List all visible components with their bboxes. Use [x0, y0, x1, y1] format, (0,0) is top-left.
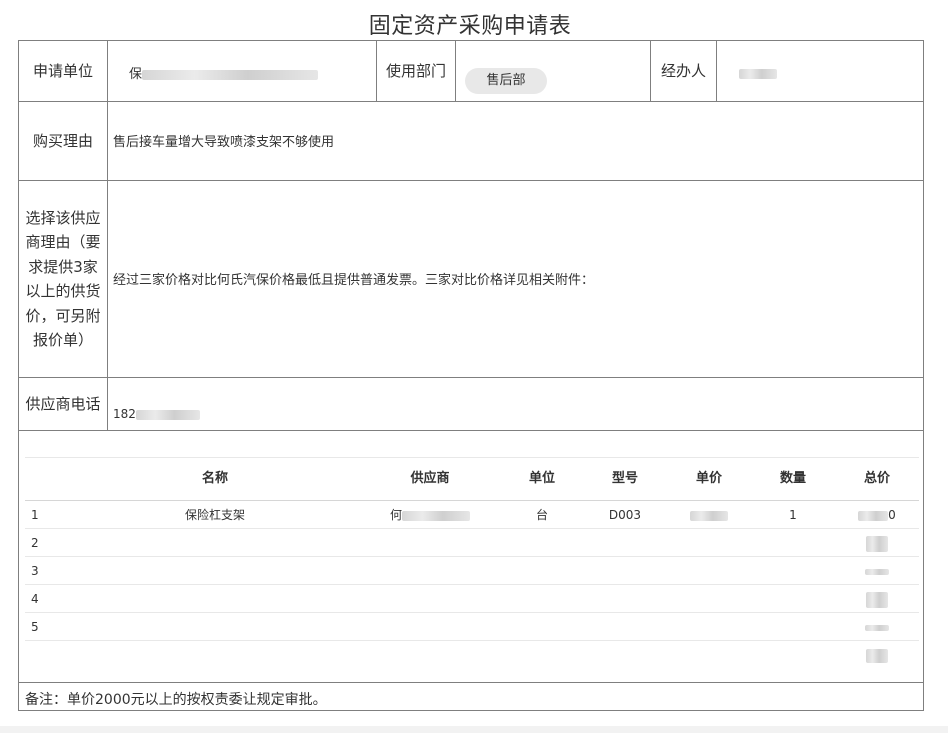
cell-qty[interactable]: 1 — [763, 501, 823, 529]
redacted-text — [866, 591, 888, 608]
supplier-phone-text: 182 — [113, 407, 136, 421]
col-header-total: 总价 — [863, 471, 890, 486]
cell-supplier-text: 何 — [389, 508, 402, 522]
row-index: 1 — [31, 508, 39, 522]
redacted-text — [142, 69, 319, 80]
applicant-unit-text: 保 — [129, 67, 143, 82]
col-header-name: 名称 — [201, 471, 228, 486]
cell-model[interactable]: D003 — [595, 501, 655, 529]
page-bottom-strip — [0, 726, 948, 733]
cell-total[interactable] — [847, 641, 907, 669]
col-divider — [455, 41, 456, 101]
redacted-text — [858, 510, 889, 521]
cell-price[interactable] — [679, 501, 739, 529]
supplier-reason-label: 选择该供应商理由（要求提供3家以上的供货价，可另附报价单） — [25, 208, 101, 350]
col-header-qty: 数量 — [779, 471, 806, 486]
row-divider — [19, 682, 923, 683]
row-divider — [19, 377, 923, 378]
redacted-text — [866, 648, 888, 663]
supplier-reason-value[interactable]: 经过三家价格对比何氏汽保价格最低且提供普通发票。三家对比价格详见相关附件： — [113, 269, 594, 288]
redacted-text — [690, 510, 728, 521]
row-divider — [19, 180, 923, 181]
row-index: 5 — [31, 620, 39, 634]
table-row[interactable]: 2 — [25, 528, 919, 557]
table-row[interactable]: 3 — [25, 556, 919, 585]
cell-total[interactable] — [847, 585, 907, 613]
page-title: 固定资产采购申请表 — [368, 14, 572, 39]
col-divider — [107, 41, 108, 430]
purchase-form: 申请单位 保 使用部门 售后部 经办人 购买理由 售后接车量增大导致喷漆支架不够… — [18, 40, 924, 711]
remark-note: 备注：单价2000元以上的按权责委让规定审批。 — [25, 692, 327, 708]
supplier-phone-value[interactable]: 182 — [113, 407, 200, 421]
col-header-unit: 单位 — [528, 471, 555, 486]
cell-total-text: 0 — [888, 508, 896, 522]
row-divider — [19, 101, 923, 102]
department-select[interactable]: 售后部 — [465, 68, 547, 94]
table-row[interactable] — [25, 640, 919, 669]
row-index: 3 — [31, 564, 39, 578]
redacted-text — [135, 409, 200, 420]
table-header-row: 名称 供应商 单位 型号 单价 数量 总价 — [25, 457, 919, 500]
redacted-text — [865, 624, 889, 631]
cell-name[interactable]: 保险杠支架 — [165, 501, 265, 529]
col-divider — [716, 41, 717, 101]
table-row[interactable]: 1 保险杠支架 何 台 D003 1 0 — [25, 500, 919, 529]
reason-value[interactable]: 售后接车量增大导致喷漆支架不够使用 — [113, 131, 334, 150]
handler-value[interactable] — [739, 66, 777, 81]
col-header-model: 型号 — [611, 471, 638, 486]
redacted-text — [402, 510, 470, 521]
col-header-supplier: 供应商 — [410, 471, 450, 486]
table-row[interactable]: 5 — [25, 612, 919, 641]
cell-total[interactable] — [847, 529, 907, 557]
row-divider — [19, 430, 923, 431]
cell-total[interactable]: 0 — [847, 501, 907, 529]
table-row[interactable]: 4 — [25, 584, 919, 613]
department-label: 使用部门 — [385, 62, 446, 80]
applicant-unit-label: 申请单位 — [32, 62, 93, 80]
redacted-text — [866, 535, 888, 552]
reason-label: 购买理由 — [32, 132, 93, 150]
cell-unit[interactable]: 台 — [512, 501, 572, 529]
handler-label: 经办人 — [660, 62, 706, 80]
supplier-phone-label: 供应商电话 — [25, 395, 101, 413]
row-index: 2 — [31, 536, 39, 550]
redacted-text — [865, 568, 889, 575]
row-index: 4 — [31, 592, 39, 606]
col-header-price: 单价 — [695, 471, 722, 486]
applicant-unit-value[interactable]: 保 — [129, 63, 319, 82]
cell-total[interactable] — [847, 557, 907, 585]
redacted-text — [739, 68, 777, 79]
cell-total[interactable] — [847, 613, 907, 641]
cell-supplier[interactable]: 何 — [380, 501, 480, 529]
